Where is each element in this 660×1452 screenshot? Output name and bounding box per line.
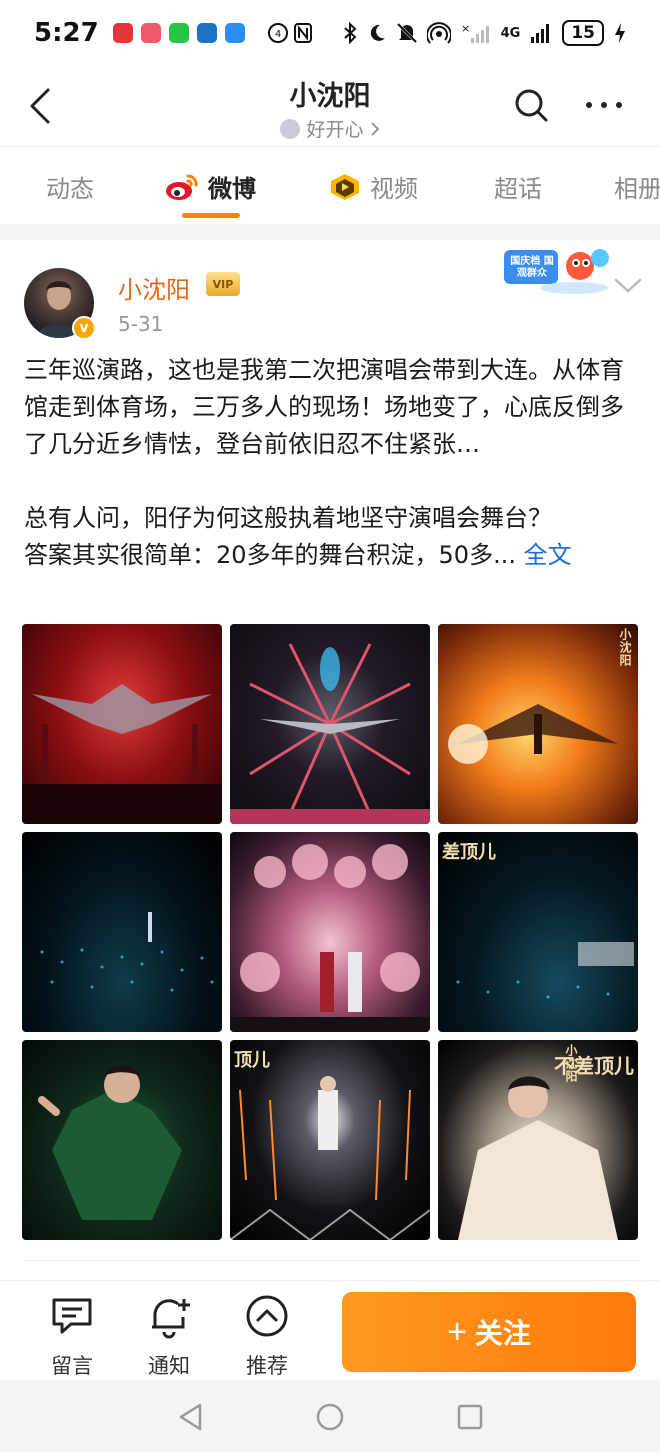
photo-thumbnail[interactable]	[230, 624, 430, 824]
cloud-app-icon	[224, 23, 245, 43]
post-menu-button[interactable]	[612, 274, 644, 298]
tab-album[interactable]: 相册	[614, 169, 660, 204]
huawei-app-icon	[112, 23, 133, 43]
more-dot-icon	[616, 102, 622, 108]
signal-x-icon: ×	[461, 22, 489, 43]
photo-grid: 小沈阳 差顶儿 顶儿 小沈阳 不差顶儿	[22, 624, 638, 1240]
search-icon	[515, 89, 548, 122]
photo-caption: 差顶儿	[442, 842, 496, 863]
weibo-post: v 小沈阳 VIP 5-31 国庆档 国观群众 三年巡演路，这也是我第二次把演唱…	[0, 240, 660, 1280]
search-button[interactable]	[512, 86, 550, 124]
photo-thumbnail[interactable]: 小沈阳	[438, 624, 638, 824]
post-date: 5-31	[118, 312, 164, 336]
header: 小沈阳 好开心	[0, 66, 660, 146]
photo-thumbnail[interactable]	[22, 832, 222, 1032]
full-text-link[interactable]: 全文	[524, 541, 572, 569]
more-button[interactable]	[584, 86, 624, 124]
follow-button[interactable]: + 关注	[342, 1292, 636, 1372]
notify-label: 通知	[148, 1354, 190, 1378]
promo-badge[interactable]: 国庆档 国观群众	[502, 242, 614, 298]
chevron-right-icon	[370, 121, 379, 136]
status-bar: 5:27 4 × 4G 15	[0, 0, 660, 66]
post-text: 三年巡演路，这也是我第二次把演唱会带到大连。从体育馆走到体育场，三万多人的现场！…	[24, 352, 640, 574]
tab-super-topic[interactable]: 超话	[494, 169, 542, 204]
nav-back-icon[interactable]	[176, 1402, 206, 1432]
photo-thumbnail[interactable]: 小沈阳 不差顶儿	[438, 1040, 638, 1240]
divider	[22, 1260, 638, 1261]
svg-text:4: 4	[274, 29, 280, 40]
recommend-button[interactable]: 推荐	[232, 1293, 302, 1380]
section-gap	[0, 224, 660, 240]
plus-icon: +	[447, 1312, 467, 1351]
game-app-icon	[140, 23, 161, 43]
nfc-icon: 4	[267, 22, 313, 44]
chevron-up-circle-icon	[246, 1295, 288, 1337]
wechat-icon	[168, 23, 189, 43]
bottom-action-bar: 留言 通知 推荐 + 关注	[0, 1280, 660, 1380]
charging-icon	[615, 23, 625, 43]
post-paragraph: 总有人问，阳仔为何这般执着地坚守演唱会舞台？	[24, 504, 552, 532]
tab-dynamics[interactable]: 动态	[46, 169, 94, 204]
nav-home-icon[interactable]	[315, 1402, 345, 1432]
follow-label: 关注	[474, 1318, 531, 1349]
notification-icons: 4	[112, 22, 313, 44]
status-subtitle[interactable]: 好开心	[280, 115, 379, 142]
photo-thumbnail[interactable]	[22, 1040, 222, 1240]
nav-recents-icon[interactable]	[455, 1402, 485, 1432]
tab-weibo[interactable]: 微博	[164, 169, 256, 204]
active-tab-indicator	[182, 213, 240, 218]
tab-label: 超话	[494, 175, 542, 203]
tab-label: 微博	[208, 175, 256, 203]
bird-app-icon	[196, 23, 217, 43]
network-label: 4G	[500, 25, 521, 41]
tab-video[interactable]: 视频	[328, 169, 418, 204]
bluetooth-icon	[343, 22, 357, 44]
tab-label: 视频	[370, 175, 418, 203]
system-navigation-bar	[0, 1380, 660, 1452]
hotspot-icon	[426, 22, 451, 44]
page-title: 小沈阳	[289, 81, 371, 112]
mute-bell-icon	[396, 22, 417, 44]
photo-caption: 不差顶儿	[554, 1054, 634, 1078]
chevron-down-icon	[614, 278, 642, 293]
tab-label: 动态	[46, 175, 94, 203]
photo-thumbnail[interactable]: 顶儿	[230, 1040, 430, 1240]
video-badge-icon	[331, 173, 359, 200]
vip-badge[interactable]: VIP	[206, 272, 240, 296]
notify-button[interactable]: 通知	[134, 1293, 204, 1380]
bell-plus-icon	[152, 1299, 190, 1339]
promo-badge-text: 国庆档 国观群众	[510, 256, 554, 279]
moon-icon	[370, 24, 385, 41]
author-name[interactable]: 小沈阳	[118, 270, 190, 305]
post-text-tail: 答案其实很简单：20多年的舞台积淀，50多...	[24, 541, 516, 569]
photo-thumbnail[interactable]	[230, 832, 430, 1032]
signal-icon	[531, 24, 550, 43]
photo-thumbnail[interactable]: 差顶儿	[438, 832, 638, 1032]
post-paragraph-truncated: 答案其实很简单：20多年的舞台积淀，50多... 全文	[24, 537, 640, 574]
post-paragraph: 三年巡演路，这也是我第二次把演唱会带到大连。从体育馆走到体育场，三万多人的现场！…	[24, 356, 624, 458]
profile-tabs: 动态 微博 视频 超话 相册	[0, 146, 660, 224]
subtitle-text: 好开心	[306, 119, 364, 141]
svg-text:×: ×	[461, 22, 470, 35]
weibo-logo-icon	[166, 173, 198, 200]
smile-face-icon	[280, 118, 301, 139]
tab-label: 相册	[614, 175, 660, 203]
status-time: 5:27	[34, 18, 99, 48]
more-dot-icon	[586, 102, 592, 108]
comment-label: 留言	[51, 1354, 93, 1378]
photo-thumbnail[interactable]	[22, 624, 222, 824]
title-wrap: 小沈阳 好开心	[0, 74, 660, 143]
photo-caption: 顶儿	[234, 1050, 270, 1071]
verified-badge: v	[72, 316, 96, 340]
status-right: × 4G 15	[343, 20, 626, 46]
comment-button[interactable]: 留言	[37, 1293, 107, 1380]
recommend-label: 推荐	[246, 1354, 288, 1378]
more-dot-icon	[601, 102, 607, 108]
comment-icon	[52, 1298, 92, 1334]
photo-caption: 小沈阳	[618, 628, 632, 667]
battery-indicator: 15	[562, 20, 604, 46]
